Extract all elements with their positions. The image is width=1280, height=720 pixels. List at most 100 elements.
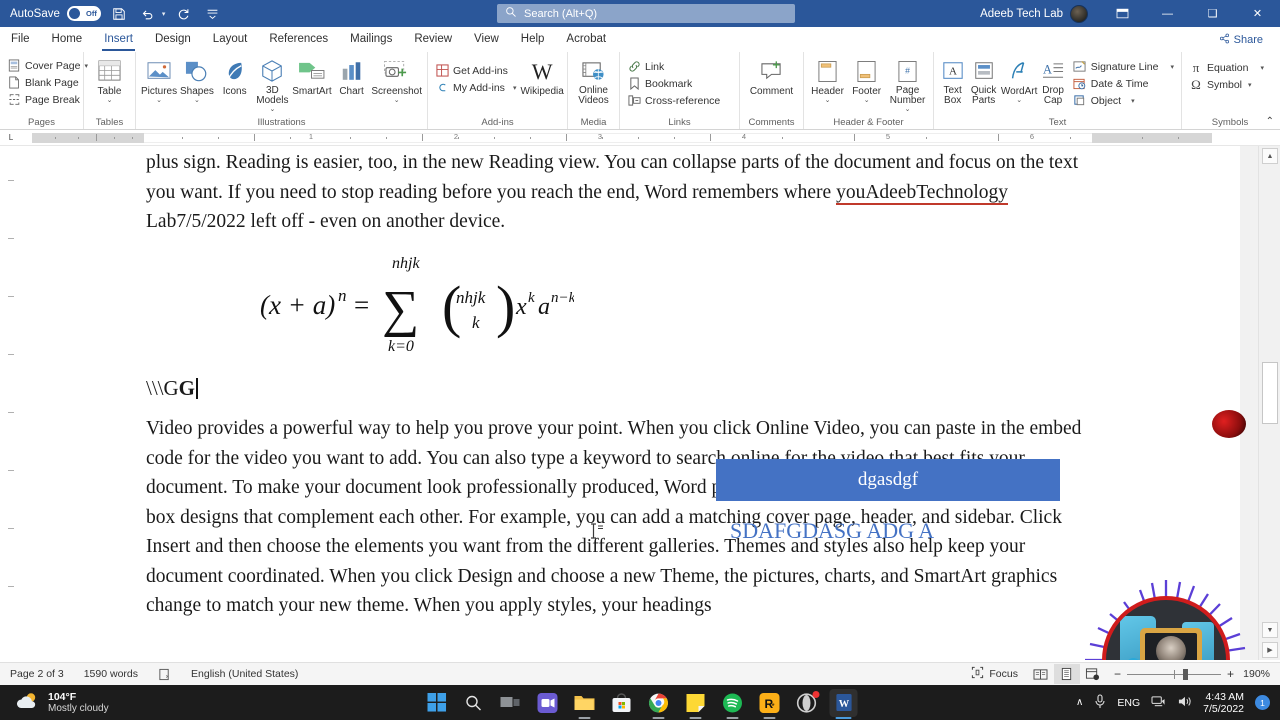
chevron-down-icon[interactable]: ⌄ [905,106,911,114]
tab-insert[interactable]: Insert [93,27,144,52]
zoom-level[interactable]: 190% [1242,668,1280,680]
blank-page-button[interactable]: Blank Page [4,74,82,91]
scrollbar-thumb[interactable] [1262,362,1278,424]
save-icon[interactable] [108,3,130,25]
object-button[interactable]: Object ▾ [1070,92,1177,109]
language-indicator[interactable]: English (United States) [181,668,308,680]
search-taskbar-button[interactable] [460,689,488,717]
icons-button[interactable]: Icons [216,55,254,97]
share-button[interactable]: Share [1210,30,1272,49]
chevron-down-icon[interactable]: ⌄ [394,97,400,105]
my-add-ins-button[interactable]: My Add-ins ▾ [432,79,519,96]
google-chrome-button[interactable] [645,689,673,719]
quick-parts-button[interactable]: Quick Parts [967,55,1000,106]
table-button[interactable]: Table ⌄ [88,55,131,105]
wikipedia-button[interactable]: W Wikipedia [519,55,564,97]
chevron-down-icon[interactable]: ▾ [1170,63,1174,71]
start-button[interactable] [423,689,451,717]
tab-view[interactable]: View [463,27,510,52]
3d-models-button[interactable]: 3D Models ⌄ [254,55,292,114]
proofing-errors-icon[interactable]: x [148,668,181,681]
cross-reference-button[interactable]: Cross-reference [624,92,723,109]
text-box-button[interactable]: A Text Box [938,55,967,106]
tab-references[interactable]: References [258,27,339,52]
horizontal-ruler[interactable]: L 1 2 3 4 5 6 [0,130,1280,146]
symbol-button[interactable]: Ω Symbol ▾ [1186,76,1255,93]
tab-acrobat[interactable]: Acrobat [555,27,617,52]
undo-icon[interactable] [137,3,159,25]
tab-home[interactable]: Home [41,27,94,52]
vertical-scrollbar[interactable]: ▲ ▼ ▶ [1258,146,1280,660]
zoom-slider[interactable]: − + [1106,667,1242,681]
input-language[interactable]: ENG [1117,697,1140,709]
redo-icon[interactable] [172,3,194,25]
drop-cap-button[interactable]: A Drop Cap [1038,55,1067,106]
zoom-out-button[interactable]: − [1114,667,1121,681]
zoom-slider-track[interactable] [1126,668,1221,680]
search-box[interactable]: Search (Alt+Q) [497,4,795,23]
chevron-down-icon[interactable]: ⌄ [1016,97,1022,105]
online-videos-button[interactable]: Online Videos [572,55,615,106]
blue-caption-text[interactable]: SDAFGDASG ADG A [730,518,934,544]
read-mode-icon[interactable] [1028,664,1054,684]
opera-gx-button[interactable] [793,689,821,717]
chevron-down-icon[interactable]: ⌄ [194,97,200,105]
rockstar-games-button[interactable]: R * [756,689,784,719]
tab-help[interactable]: Help [510,27,556,52]
shapes-button[interactable]: Shapes ⌄ [178,55,216,105]
spotify-button[interactable] [719,689,747,719]
page-break-button[interactable]: Page Break [4,91,83,108]
chevron-down-icon[interactable]: ▾ [1260,64,1264,72]
chevron-down-icon[interactable]: ⌄ [107,97,113,105]
smartart-button[interactable]: SmartArt [291,55,332,97]
tray-chevron-up-icon[interactable]: ∧ [1076,697,1083,708]
tab-review[interactable]: Review [403,27,463,52]
header-button[interactable]: Header ⌄ [808,55,847,105]
microsoft-store-button[interactable] [608,689,636,717]
file-explorer-button[interactable] [571,689,599,719]
web-layout-icon[interactable] [1080,664,1106,684]
blue-text-box[interactable]: dgasdgf [716,459,1060,501]
document-page[interactable]: plus sign. Reading is easier, too, in th… [22,146,1246,660]
pictures-button[interactable]: Pictures ⌄ [140,55,178,105]
equation-button[interactable]: π Equation ▾ [1186,59,1267,76]
word-count[interactable]: 1590 words [74,668,148,680]
zoom-slider-handle[interactable] [1182,668,1188,680]
tab-file[interactable]: File [0,27,41,52]
vertical-ruler[interactable] [0,146,22,660]
ruler-track[interactable]: 1 2 3 4 5 6 [22,132,1280,144]
tab-mailings[interactable]: Mailings [339,27,403,52]
chevron-down-icon[interactable]: ⌄ [825,97,831,105]
task-view-button[interactable] [497,689,525,717]
tab-layout[interactable]: Layout [202,27,259,52]
weather-widget[interactable]: 104°F Mostly cloudy [0,691,109,715]
sticky-notes-button[interactable] [682,689,710,719]
paragraph-1[interactable]: plus sign. Reading is easier, too, in th… [146,148,1091,237]
screenshot-button[interactable]: Screenshot ⌄ [370,55,423,105]
account-name[interactable]: Adeeb Tech Lab [980,8,1063,20]
date-time-button[interactable]: Date & Time [1070,75,1177,92]
chevron-down-icon[interactable]: ⌄ [269,106,275,114]
cover-page-button[interactable]: Cover Page ▾ [4,57,91,74]
microsoft-word-button[interactable]: W [829,688,858,719]
chevron-down-icon[interactable]: ⌄ [864,97,870,105]
chevron-down-icon[interactable]: ▾ [513,84,517,92]
typed-text-line[interactable]: \\\GG [146,374,198,404]
page-number-button[interactable]: # Page Number ⌄ [886,55,929,114]
link-button[interactable]: Link [624,58,667,75]
tab-design[interactable]: Design [144,27,202,52]
footer-button[interactable]: Footer ⌄ [847,55,886,105]
signature-line-button[interactable]: Signature Line ▾ [1070,58,1177,75]
tab-stop-left-icon[interactable]: L [0,130,22,146]
undo-dropdown-caret[interactable]: ▾ [162,10,166,18]
close-button[interactable]: ✕ [1235,0,1280,27]
zoom-in-button[interactable]: + [1227,667,1234,681]
comment-button[interactable]: Comment [744,55,799,97]
notification-center-badge[interactable]: 1 [1255,695,1270,710]
collapse-ribbon-icon[interactable]: ⌃ [1266,116,1274,127]
customize-quick-access-icon[interactable] [201,3,223,25]
avatar[interactable] [1070,4,1088,23]
autosave-toggle[interactable]: Off [66,6,101,21]
scroll-up-button[interactable]: ▲ [1262,148,1278,164]
wordart-button[interactable]: WordArt ⌄ [1000,55,1039,105]
